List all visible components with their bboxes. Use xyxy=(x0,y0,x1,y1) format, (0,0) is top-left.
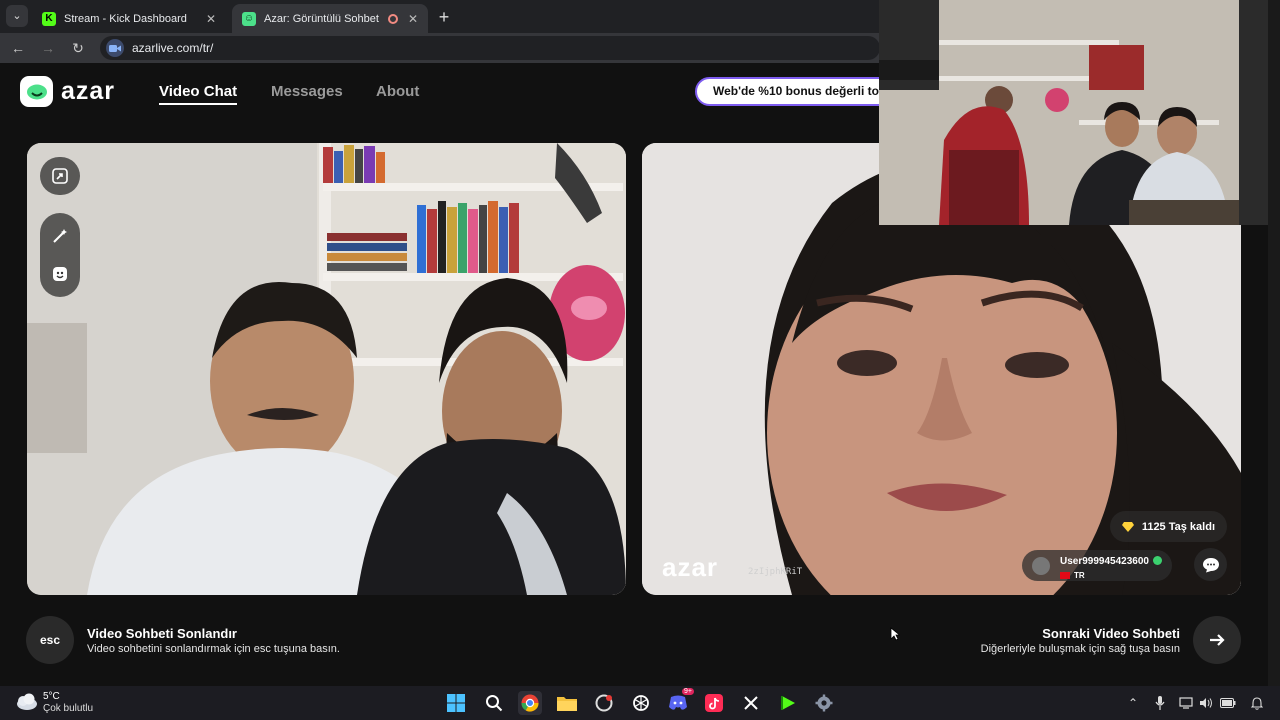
gems-remaining-badge: 1125 Taş kaldı xyxy=(1109,511,1227,542)
forward-button[interactable]: → xyxy=(38,38,58,58)
end-chat-title: Video Sohbeti Sonlandır xyxy=(87,626,237,641)
weather-temperature[interactable]: 5°C xyxy=(43,691,60,702)
cloud-icon xyxy=(17,693,37,710)
chrome-icon[interactable] xyxy=(518,691,542,715)
close-icon[interactable]: ✕ xyxy=(408,12,418,26)
azar-icon: ☺ xyxy=(242,11,256,26)
tab-search-button[interactable]: ⌄ xyxy=(6,5,28,27)
network-icon[interactable] xyxy=(1178,695,1194,711)
turkey-flag-icon xyxy=(1060,572,1070,579)
scrollbar[interactable] xyxy=(1268,0,1280,686)
azar-logo[interactable]: azar xyxy=(20,76,115,107)
url-text: azarlive.com/tr/ xyxy=(132,41,214,55)
next-chat-title: Sonraki Video Sohbeti xyxy=(1042,626,1180,641)
tab-azar[interactable]: ☺ Azar: Görüntülü Sohbet & Y ✕ xyxy=(232,4,428,33)
reload-button[interactable]: ↻ xyxy=(68,38,88,58)
next-chat-button[interactable] xyxy=(1193,616,1241,664)
gem-icon xyxy=(1121,521,1134,532)
chevron-up-icon[interactable]: ⌃ xyxy=(1125,695,1141,711)
next-chat-subtitle: Diğerleriyle buluşmak için sağ tuşa bası… xyxy=(980,643,1180,655)
partner-username: User999945423600 xyxy=(1060,556,1149,567)
arrow-right-icon xyxy=(1210,634,1225,646)
windows-taskbar: 5°C Çok bulutlu 9+ ⌃ xyxy=(0,686,1280,720)
discord-badge: 9+ xyxy=(682,688,694,695)
kick-icon: K xyxy=(42,11,56,26)
verified-icon xyxy=(1152,556,1162,565)
avatar-icon xyxy=(1032,556,1050,575)
x-icon[interactable] xyxy=(739,691,763,715)
sticker-icon[interactable] xyxy=(40,255,80,293)
battery-icon[interactable] xyxy=(1220,695,1236,711)
end-chat-subtitle: Video sohbetini sonlandırmak için esc tu… xyxy=(87,643,340,655)
start-icon[interactable] xyxy=(444,691,468,715)
search-icon[interactable] xyxy=(482,691,506,715)
app-icon[interactable] xyxy=(592,691,616,715)
effects-controls xyxy=(40,213,80,297)
magic-wand-icon[interactable] xyxy=(40,217,80,255)
azar-watermark: azar xyxy=(662,552,719,582)
file-explorer-icon[interactable] xyxy=(555,691,579,715)
webcam-overlay-frame xyxy=(879,0,1268,225)
recording-icon xyxy=(387,13,398,24)
session-code: 2zIjphKRiT xyxy=(748,567,803,577)
tiktok-icon[interactable] xyxy=(702,691,726,715)
back-button[interactable]: ← xyxy=(8,38,28,58)
partner-text: User999945423600 TR xyxy=(1060,551,1162,580)
azar-logo-icon xyxy=(20,76,53,107)
volume-icon[interactable] xyxy=(1198,695,1214,711)
weather-description[interactable]: Çok bulutlu xyxy=(43,703,93,714)
tab-kick-dashboard[interactable]: K Stream - Kick Dashboard ✕ xyxy=(32,4,226,33)
partner-country: TR xyxy=(1060,571,1162,580)
partner-info[interactable]: User999945423600 TR xyxy=(1022,550,1172,581)
discord-icon[interactable]: 9+ xyxy=(666,688,694,715)
notification-bell-icon[interactable] xyxy=(1249,695,1265,711)
local-video xyxy=(27,143,626,595)
local-video-frame xyxy=(27,143,626,595)
tab-title: Azar: Görüntülü Sohbet & Y xyxy=(264,12,382,25)
exit-fullscreen-control xyxy=(40,157,80,195)
nav-messages[interactable]: Messages xyxy=(271,83,343,100)
close-icon[interactable]: ✕ xyxy=(206,12,216,26)
microphone-icon[interactable] xyxy=(1152,695,1168,711)
chat-button[interactable] xyxy=(1194,548,1227,581)
logo-text: azar xyxy=(61,77,116,105)
country-code: TR xyxy=(1074,571,1085,580)
gems-label: 1125 Taş kaldı xyxy=(1141,520,1215,533)
chatgpt-icon[interactable] xyxy=(629,691,653,715)
url-field[interactable]: azarlive.com/tr/ xyxy=(100,36,880,60)
new-tab-button[interactable]: + xyxy=(434,7,454,28)
nav-video-chat[interactable]: Video Chat xyxy=(159,83,238,105)
esc-key-button[interactable]: esc xyxy=(26,616,74,664)
kick-icon[interactable] xyxy=(776,691,800,715)
nav-about[interactable]: About xyxy=(376,83,419,100)
mouse-cursor-icon xyxy=(890,627,900,641)
webcam-overlay xyxy=(879,0,1268,225)
settings-icon[interactable] xyxy=(812,691,836,715)
camera-icon xyxy=(106,39,124,57)
chat-icon xyxy=(1202,557,1219,572)
tab-title: Stream - Kick Dashboard xyxy=(64,12,187,25)
minimize-icon[interactable] xyxy=(40,157,80,195)
